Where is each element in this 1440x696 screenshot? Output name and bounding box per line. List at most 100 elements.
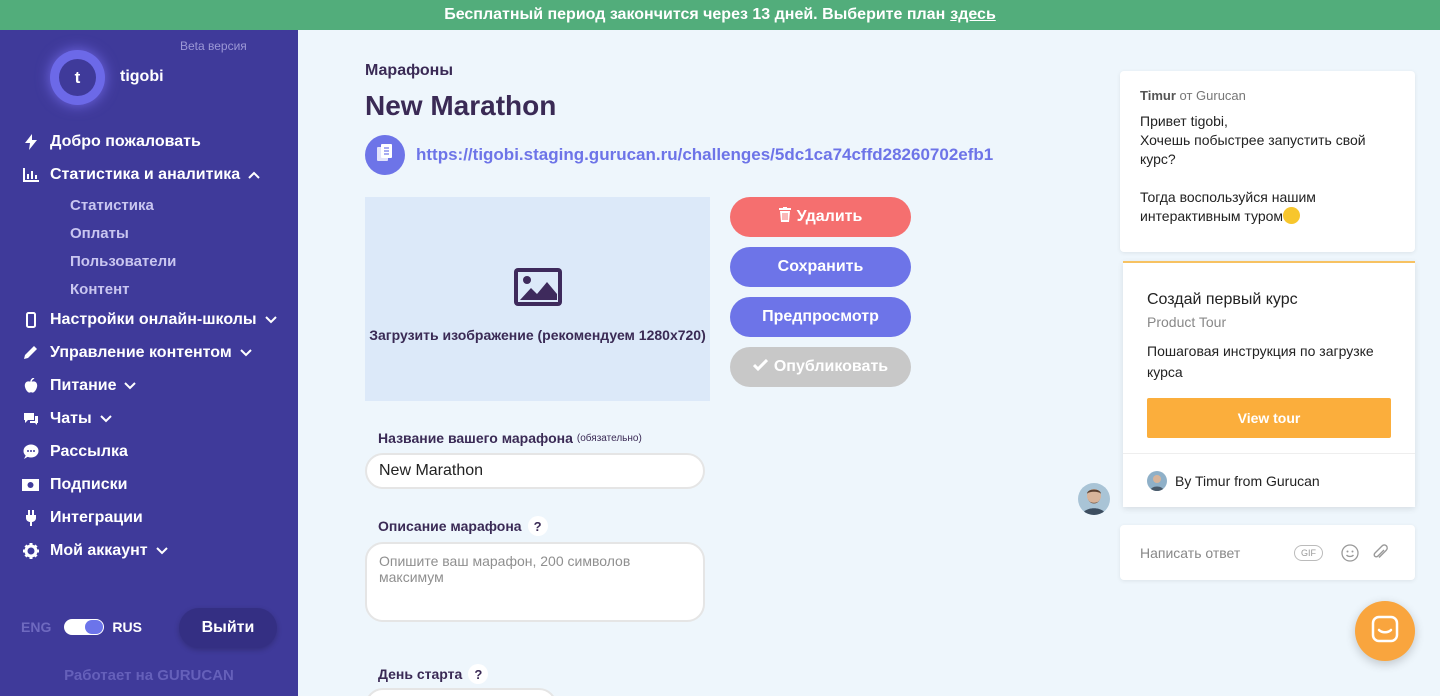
publish-label: Опубликовать bbox=[773, 358, 889, 375]
bolt-icon bbox=[22, 133, 39, 150]
image-upload-area[interactable]: Загрузить изображение (рекомендуем 1280x… bbox=[365, 197, 710, 401]
message-line-with-emoji: интерактивным туром bbox=[1140, 207, 1395, 226]
sidebar-subitem-users[interactable]: Пользователи bbox=[0, 247, 298, 275]
marathon-description-input[interactable]: Опишите ваш марафон, 200 символов максим… bbox=[365, 542, 705, 622]
agent-avatar bbox=[1078, 483, 1110, 515]
message-line: Привет tigobi, bbox=[1140, 113, 1228, 129]
sidebar-item-mailing[interactable]: Рассылка bbox=[0, 435, 298, 468]
sidebar-item-label: Управление контентом bbox=[50, 343, 232, 361]
toggle-knob bbox=[85, 620, 104, 634]
start-day-field-label: День старта ? bbox=[378, 664, 489, 684]
description-label-text: Описание марафона bbox=[378, 518, 522, 534]
sidebar-item-account[interactable]: Мой аккаунт bbox=[0, 534, 298, 567]
sidebar-item-label: Чаты bbox=[50, 409, 92, 427]
sidebar-item-welcome[interactable]: Добро пожаловать bbox=[0, 125, 298, 158]
sidebar-item-label: Интеграции bbox=[50, 508, 143, 526]
lang-rus-label[interactable]: RUS bbox=[112, 619, 142, 635]
sidebar: Beta версия t tigobi Добро пожаловать Ст… bbox=[0, 30, 298, 696]
reply-input[interactable]: Написать ответ bbox=[1140, 545, 1294, 561]
tour-subtitle: Product Tour bbox=[1147, 314, 1227, 330]
tour-author: By Timur from Gurucan bbox=[1147, 471, 1320, 491]
sender-name: Timur bbox=[1140, 88, 1176, 103]
author-text: By Timur from Gurucan bbox=[1175, 473, 1320, 489]
gear-icon bbox=[22, 542, 39, 559]
sidebar-item-label: Подписки bbox=[50, 475, 128, 493]
chat-reply-box[interactable]: Написать ответ GIF bbox=[1120, 525, 1415, 580]
speech-bubble-icon bbox=[22, 443, 39, 460]
sidebar-subitem-content[interactable]: Контент bbox=[0, 275, 298, 303]
message-line: Тогда воспользуйся нашим bbox=[1140, 189, 1316, 205]
language-toggle[interactable] bbox=[64, 619, 105, 635]
sender-org: от Gurucan bbox=[1179, 88, 1246, 103]
sidebar-nav: Добро пожаловать Статистика и аналитика … bbox=[0, 125, 298, 567]
message-text: интерактивным туром bbox=[1140, 208, 1284, 224]
emoji-icon[interactable] bbox=[1341, 543, 1359, 562]
bar-chart-icon bbox=[22, 166, 39, 183]
chat-message-card: Timur от Gurucan Привет tigobi, Хочешь п… bbox=[1120, 71, 1415, 252]
trial-banner-text: Бесплатный период закончится через 13 дн… bbox=[444, 6, 946, 23]
name-field-label: Название вашего марафона (обязательно) bbox=[378, 430, 642, 446]
sidebar-item-label: Настройки онлайн-школы bbox=[50, 310, 257, 328]
message-line: Хочешь побыстрее запустить свой курс? bbox=[1140, 132, 1366, 167]
gif-button[interactable]: GIF bbox=[1294, 544, 1323, 561]
trash-icon bbox=[778, 207, 791, 227]
sidebar-subitem-statistics[interactable]: Статистика bbox=[0, 191, 298, 219]
apple-icon bbox=[22, 377, 39, 394]
logout-button[interactable]: Выйти bbox=[179, 608, 277, 648]
challenge-url-link[interactable]: https://tigobi.staging.gurucan.ru/challe… bbox=[416, 145, 993, 165]
product-tour-card: Создай первый курс Product Tour Пошагова… bbox=[1123, 261, 1415, 507]
start-day-input[interactable] bbox=[365, 688, 557, 696]
sidebar-item-integrations[interactable]: Интеграции bbox=[0, 501, 298, 534]
start-day-label-text: День старта bbox=[378, 666, 463, 682]
sidebar-item-label: Добро пожаловать bbox=[50, 132, 201, 150]
marathon-name-value: New Marathon bbox=[379, 462, 484, 479]
marathon-name-input[interactable]: New Marathon bbox=[365, 453, 705, 489]
sidebar-item-label: Рассылка bbox=[50, 442, 128, 460]
smiley-emoji-icon bbox=[1283, 207, 1301, 224]
powered-by[interactable]: Работает на GURUCAN bbox=[0, 667, 298, 684]
trial-banner: Бесплатный период закончится через 13 дн… bbox=[0, 0, 1440, 30]
chevron-down-icon bbox=[124, 379, 137, 393]
sidebar-item-nutrition[interactable]: Питание bbox=[0, 369, 298, 402]
sidebar-item-label: Статистика и аналитика bbox=[50, 165, 241, 183]
name-label-text: Название вашего марафона bbox=[378, 430, 573, 446]
breadcrumb[interactable]: Марафоны bbox=[365, 62, 453, 80]
avatar[interactable]: t bbox=[50, 50, 105, 105]
delete-label: Удалить bbox=[796, 208, 863, 225]
view-tour-button[interactable]: View tour bbox=[1147, 398, 1391, 438]
sidebar-item-content-management[interactable]: Управление контентом bbox=[0, 336, 298, 369]
publish-button[interactable]: Опубликовать bbox=[730, 347, 911, 387]
preview-button[interactable]: Предпросмотр bbox=[730, 297, 911, 337]
plug-icon bbox=[22, 509, 39, 526]
help-icon[interactable]: ? bbox=[468, 664, 489, 684]
chevron-down-icon bbox=[264, 313, 277, 327]
choose-plan-link[interactable]: здесь bbox=[950, 6, 996, 24]
lang-eng-label[interactable]: ENG bbox=[21, 619, 51, 635]
copy-icon bbox=[376, 143, 394, 168]
sidebar-item-chats[interactable]: Чаты bbox=[0, 402, 298, 435]
sidebar-item-analytics[interactable]: Статистика и аналитика bbox=[0, 158, 298, 191]
image-icon bbox=[513, 267, 562, 311]
divider bbox=[1123, 453, 1415, 454]
sidebar-item-school-settings[interactable]: Настройки онлайн-школы bbox=[0, 303, 298, 336]
chat-bubble-icon bbox=[1371, 615, 1399, 648]
chat-icon bbox=[22, 410, 39, 427]
upload-label: Загрузить изображение (рекомендуем 1280x… bbox=[369, 326, 706, 343]
money-icon bbox=[22, 476, 39, 493]
sidebar-item-label: Мой аккаунт bbox=[50, 541, 148, 559]
chevron-down-icon bbox=[99, 412, 112, 426]
attachment-icon[interactable] bbox=[1371, 543, 1389, 562]
page-title: New Marathon bbox=[365, 90, 557, 121]
sidebar-subitem-payments[interactable]: Оплаты bbox=[0, 219, 298, 247]
tour-description: Пошаговая инструкция по загрузке курса bbox=[1147, 343, 1374, 380]
tour-title: Создай первый курс bbox=[1147, 291, 1298, 308]
chevron-down-icon bbox=[155, 544, 168, 558]
sidebar-item-subscriptions[interactable]: Подписки bbox=[0, 468, 298, 501]
delete-button[interactable]: Удалить bbox=[730, 197, 911, 237]
copy-link-button[interactable] bbox=[365, 135, 405, 175]
sidebar-item-label: Питание bbox=[50, 376, 117, 394]
help-icon[interactable]: ? bbox=[527, 516, 548, 536]
save-button[interactable]: Сохранить bbox=[730, 247, 911, 287]
chat-launcher-button[interactable] bbox=[1355, 601, 1415, 661]
description-field-label: Описание марафона ? bbox=[378, 516, 548, 536]
